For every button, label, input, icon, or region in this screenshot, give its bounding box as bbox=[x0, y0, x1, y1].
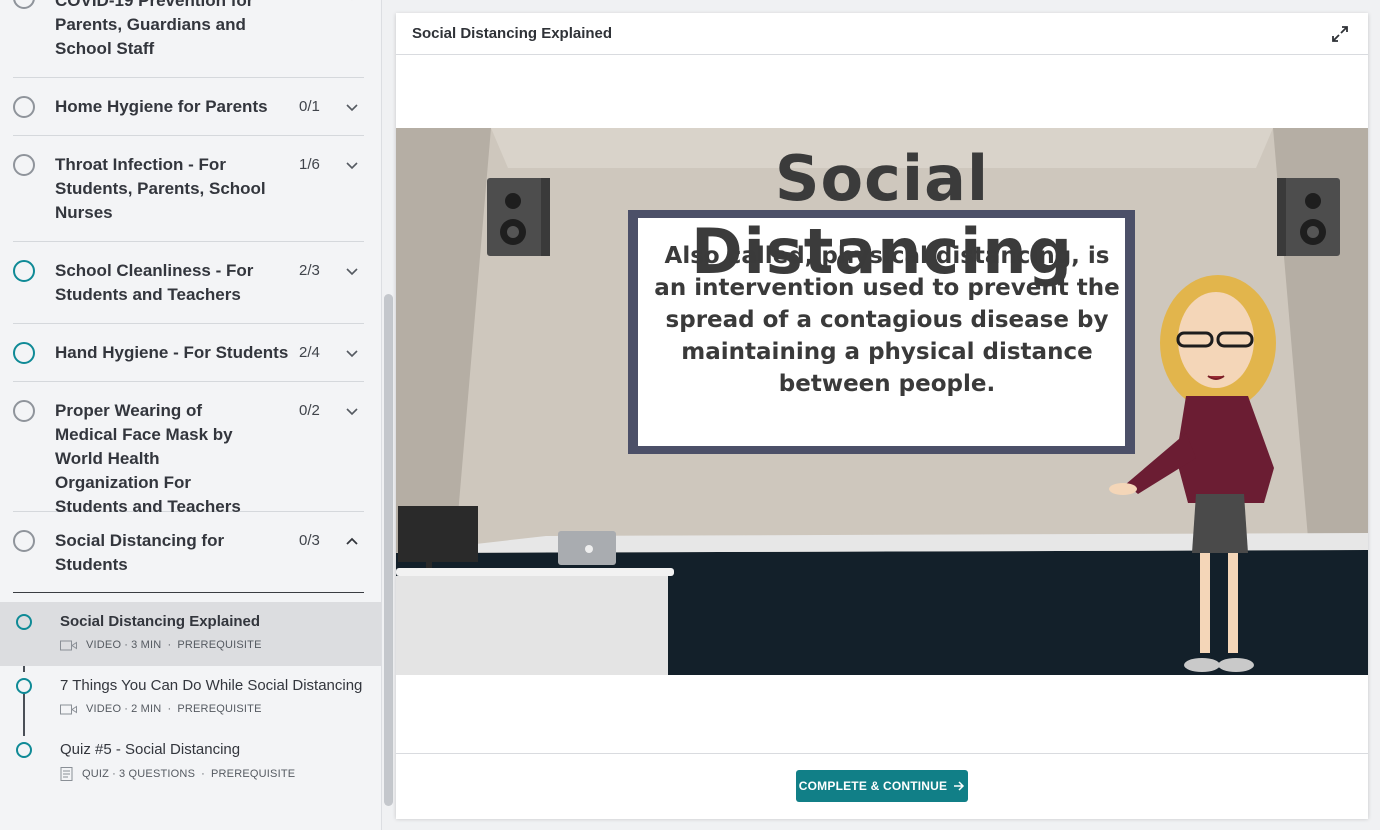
lesson-tag: PREREQUISITE bbox=[177, 703, 262, 715]
complete-continue-label: COMPLETE & CONTINUE bbox=[798, 779, 948, 793]
lesson-length: 3 QUESTIONS bbox=[118, 768, 196, 780]
chevron-down-icon[interactable] bbox=[344, 157, 360, 173]
sidebar-scrollbar[interactable] bbox=[384, 294, 393, 806]
chapter-home-hygiene[interactable]: Home Hygiene for Parents 0/1 bbox=[13, 78, 364, 136]
video-player[interactable]: Social Distancing Also called, physical … bbox=[396, 128, 1368, 675]
arrow-right-icon bbox=[954, 781, 965, 791]
lesson-tag: PREREQUISITE bbox=[211, 768, 296, 780]
lesson-title: 7 Things You Can Do While Social Distanc… bbox=[60, 677, 363, 694]
meta-separator: · bbox=[201, 768, 205, 780]
lesson-type: VIDEO bbox=[86, 639, 122, 651]
lesson-footer: COMPLETE & CONTINUE bbox=[396, 753, 1368, 819]
chapter-throat-infection[interactable]: Throat Infection - For Students, Parents… bbox=[13, 136, 364, 242]
chapter-hand-hygiene[interactable]: Hand Hygiene - For Students 2/4 bbox=[13, 324, 364, 382]
meta-separator: · bbox=[124, 703, 129, 715]
lesson-progress-icon bbox=[16, 742, 32, 758]
video-icon bbox=[60, 640, 77, 650]
chevron-down-icon[interactable] bbox=[344, 403, 360, 419]
chapter-progress-icon bbox=[13, 96, 35, 118]
chapter-title: COVID-19 Prevention for Parents, Guardia… bbox=[55, 0, 254, 58]
meta-separator: · bbox=[167, 703, 172, 715]
chapter-progress-icon bbox=[13, 154, 35, 176]
chapter-school-cleanliness[interactable]: School Cleanliness - For Students and Te… bbox=[13, 242, 364, 324]
lesson-progress-icon bbox=[16, 614, 32, 630]
chevron-down-icon[interactable] bbox=[344, 263, 360, 279]
chapter-progress-icon bbox=[13, 342, 35, 364]
chapter-progress-icon bbox=[13, 260, 35, 282]
course-sidebar: COVID-19 Prevention for Parents, Guardia… bbox=[0, 0, 382, 830]
lesson-title: Quiz #5 - Social Distancing bbox=[60, 741, 241, 758]
lesson-item-social-distancing-explained[interactable]: Social Distancing Explained VIDEO · 3 MIN … bbox=[0, 602, 381, 666]
chapter-count: 0/3 bbox=[299, 532, 320, 549]
chapter-progress-icon bbox=[13, 530, 35, 552]
chapter-count: 0/2 bbox=[299, 402, 320, 419]
speaker-right-icon bbox=[1277, 178, 1340, 256]
meta-separator: · bbox=[112, 768, 116, 780]
chapter-count: 0/1 bbox=[299, 98, 320, 115]
lesson-type: QUIZ bbox=[82, 768, 110, 780]
lesson-header: Social Distancing Explained bbox=[396, 13, 1368, 55]
chapter-covid-prevention[interactable]: COVID-19 Prevention for Parents, Guardia… bbox=[13, 0, 364, 78]
chapter-count: 2/4 bbox=[299, 344, 320, 361]
lesson-length: 2 MIN bbox=[131, 703, 162, 715]
lesson-type: VIDEO bbox=[86, 703, 122, 715]
chapter-title: Throat Infection - For Students, Parents… bbox=[55, 155, 266, 222]
lesson-item-quiz-5[interactable]: Quiz #5 - Social Distancing QUIZ · 3 QUEST… bbox=[0, 730, 381, 794]
expand-icon[interactable] bbox=[1330, 24, 1350, 44]
chapter-social-distancing[interactable]: Social Distancing for Students 0/3 bbox=[13, 512, 364, 593]
lesson-meta: QUIZ · 3 QUESTIONS · PREREQUISITE bbox=[60, 767, 295, 781]
lesson-heading: Social Distancing Explained bbox=[412, 25, 613, 42]
chapter-title: Hand Hygiene - For Students bbox=[55, 343, 289, 362]
lesson-tag: PREREQUISITE bbox=[177, 639, 262, 651]
chevron-down-icon[interactable] bbox=[344, 345, 360, 361]
chapter-title: School Cleanliness - For Students and Te… bbox=[55, 261, 254, 304]
lesson-meta: VIDEO · 2 MIN · PREREQUISITE bbox=[60, 703, 262, 715]
chevron-up-icon[interactable] bbox=[344, 533, 360, 549]
meta-separator: · bbox=[167, 639, 172, 651]
chevron-down-icon[interactable] bbox=[344, 99, 360, 115]
chapter-count: 0/10 bbox=[299, 0, 328, 8]
chevron-down-icon[interactable] bbox=[344, 0, 360, 4]
chapter-count: 2/3 bbox=[299, 262, 320, 279]
video-board-text: Also called, physical distancing, is an … bbox=[654, 243, 1120, 397]
chapter-face-mask[interactable]: Proper Wearing of Medical Face Mask by W… bbox=[13, 382, 364, 516]
speaker-left-icon bbox=[487, 178, 550, 256]
complete-continue-button[interactable]: COMPLETE & CONTINUE bbox=[796, 770, 968, 802]
chapter-title: Social Distancing for Students bbox=[55, 531, 225, 574]
quiz-icon bbox=[60, 767, 73, 781]
lesson-length: 3 MIN bbox=[131, 639, 162, 651]
lesson-item-7-things[interactable]: 7 Things You Can Do While Social Distanc… bbox=[0, 666, 381, 730]
chapter-title: Home Hygiene for Parents bbox=[55, 97, 268, 116]
chapter-count: 1/6 bbox=[299, 156, 320, 173]
lesson-meta: VIDEO · 3 MIN · PREREQUISITE bbox=[60, 639, 262, 651]
chapter-progress-icon bbox=[13, 400, 35, 422]
lesson-progress-icon bbox=[16, 678, 32, 694]
lesson-title: Social Distancing Explained bbox=[60, 613, 261, 630]
chapter-progress-icon bbox=[13, 0, 35, 9]
video-icon bbox=[60, 704, 77, 714]
lesson-content: Social Distancing Explained Social Dista… bbox=[396, 13, 1368, 819]
meta-separator: · bbox=[124, 639, 129, 651]
chapter-title: Proper Wearing of Medical Face Mask by W… bbox=[55, 401, 241, 516]
